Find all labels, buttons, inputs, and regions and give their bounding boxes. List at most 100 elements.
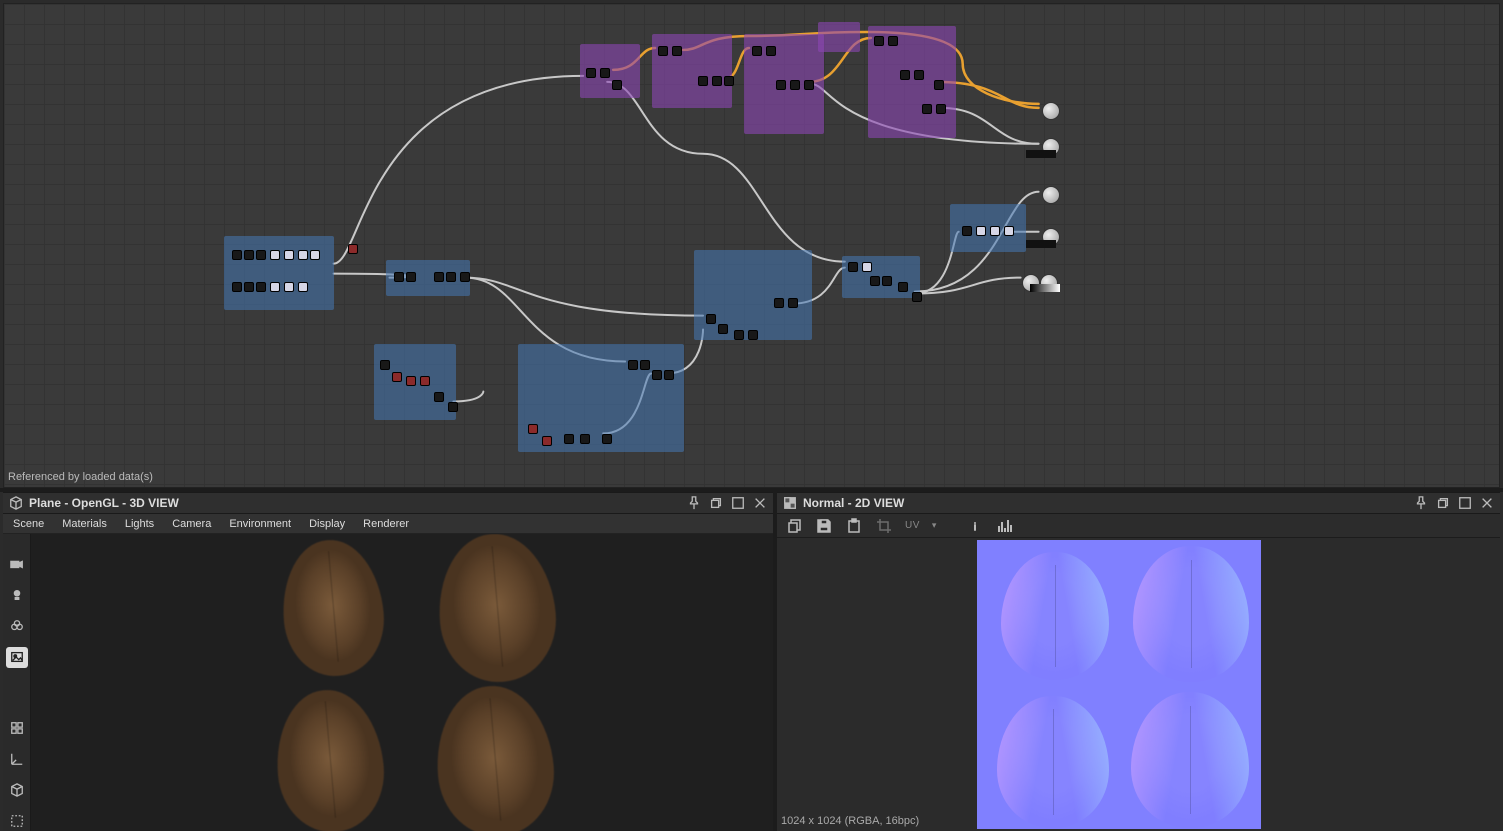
grid-icon[interactable]	[6, 718, 28, 739]
menu-renderer[interactable]: Renderer	[363, 518, 409, 530]
graph-node[interactable]	[900, 70, 910, 80]
close-icon[interactable]	[1480, 496, 1494, 510]
graph-node[interactable]	[788, 298, 798, 308]
graph-node[interactable]	[310, 250, 320, 260]
graph-node[interactable]	[270, 282, 280, 292]
graph-node[interactable]	[542, 436, 552, 446]
graph-node[interactable]	[804, 80, 814, 90]
maximize-icon[interactable]	[1458, 496, 1472, 510]
bounds-icon[interactable]	[6, 810, 28, 831]
graph-node[interactable]	[862, 262, 872, 272]
graph-node[interactable]	[712, 76, 722, 86]
graph-node[interactable]	[434, 392, 444, 402]
graph-node[interactable]	[270, 250, 280, 260]
paste-icon[interactable]	[845, 517, 863, 535]
graph-node[interactable]	[528, 424, 538, 434]
graph-node[interactable]	[774, 298, 784, 308]
viewport-3d[interactable]	[31, 534, 773, 831]
graph-node[interactable]	[652, 370, 662, 380]
graph-node[interactable]	[734, 330, 744, 340]
graph-node[interactable]	[848, 262, 858, 272]
graph-node[interactable]	[434, 272, 444, 282]
graph-node[interactable]	[232, 282, 242, 292]
restore-icon[interactable]	[1436, 496, 1450, 510]
graph-node[interactable]	[460, 272, 470, 282]
graph-node[interactable]	[628, 360, 638, 370]
output-node[interactable]	[1042, 186, 1060, 204]
menu-display[interactable]: Display	[309, 518, 345, 530]
graph-node[interactable]	[256, 282, 266, 292]
menu-environment[interactable]: Environment	[229, 518, 291, 530]
pin-icon[interactable]	[1414, 496, 1428, 510]
graph-node[interactable]	[392, 372, 402, 382]
graph-node[interactable]	[394, 272, 404, 282]
graph-node[interactable]	[406, 376, 416, 386]
graph-node[interactable]	[298, 250, 308, 260]
graph-node[interactable]	[874, 36, 884, 46]
graph-node[interactable]	[990, 226, 1000, 236]
graph-node[interactable]	[244, 250, 254, 260]
graph-node[interactable]	[232, 250, 242, 260]
graph-node[interactable]	[790, 80, 800, 90]
node-frame[interactable]	[694, 250, 812, 340]
graph-node[interactable]	[658, 46, 668, 56]
graph-node[interactable]	[698, 76, 708, 86]
wireframe-cube-icon[interactable]	[6, 779, 28, 800]
graph-node[interactable]	[664, 370, 674, 380]
copy-icon[interactable]	[785, 517, 803, 535]
graph-node[interactable]	[706, 314, 716, 324]
graph-node[interactable]	[766, 46, 776, 56]
save-icon[interactable]	[815, 517, 833, 535]
graph-node[interactable]	[912, 292, 922, 302]
graph-node[interactable]	[640, 360, 650, 370]
maximize-icon[interactable]	[731, 496, 745, 510]
graph-node[interactable]	[936, 104, 946, 114]
graph-node[interactable]	[1004, 226, 1014, 236]
menu-scene[interactable]: Scene	[13, 518, 44, 530]
output-node[interactable]	[1042, 102, 1060, 120]
graph-node[interactable]	[898, 282, 908, 292]
graph-node[interactable]	[888, 36, 898, 46]
graph-node[interactable]	[406, 272, 416, 282]
pin-icon[interactable]	[687, 496, 701, 510]
graph-node[interactable]	[882, 276, 892, 286]
graph-node[interactable]	[724, 76, 734, 86]
graph-node[interactable]	[586, 68, 596, 78]
menu-materials[interactable]: Materials	[62, 518, 107, 530]
graph-node[interactable]	[244, 282, 254, 292]
graph-node[interactable]	[934, 80, 944, 90]
viewport-2d[interactable]: 1024 x 1024 (RGBA, 16bpc)	[777, 538, 1500, 831]
graph-node[interactable]	[718, 324, 728, 334]
light-mode-icon[interactable]	[6, 585, 28, 606]
graph-node[interactable]	[672, 46, 682, 56]
graph-node[interactable]	[446, 272, 456, 282]
info-icon[interactable]	[966, 517, 984, 535]
histogram-icon[interactable]	[996, 517, 1014, 535]
graph-node[interactable]	[580, 434, 590, 444]
graph-node[interactable]	[348, 244, 358, 254]
node-frame[interactable]	[224, 236, 334, 310]
graph-node[interactable]	[914, 70, 924, 80]
graph-node[interactable]	[962, 226, 972, 236]
graph-node[interactable]	[256, 250, 266, 260]
graph-node[interactable]	[922, 104, 932, 114]
graph-node[interactable]	[870, 276, 880, 286]
axis-icon[interactable]	[6, 748, 28, 769]
graph-node[interactable]	[612, 80, 622, 90]
camera-mode-icon[interactable]	[6, 554, 28, 575]
node-graph-canvas[interactable]: Referenced by loaded data(s)	[3, 3, 1500, 488]
material-mode-icon[interactable]	[6, 616, 28, 637]
menu-lights[interactable]: Lights	[125, 518, 154, 530]
graph-node[interactable]	[976, 226, 986, 236]
close-icon[interactable]	[753, 496, 767, 510]
graph-node[interactable]	[380, 360, 390, 370]
restore-icon[interactable]	[709, 496, 723, 510]
menu-camera[interactable]: Camera	[172, 518, 211, 530]
graph-node[interactable]	[420, 376, 430, 386]
graph-node[interactable]	[564, 434, 574, 444]
graph-node[interactable]	[284, 250, 294, 260]
graph-node[interactable]	[776, 80, 786, 90]
graph-node[interactable]	[284, 282, 294, 292]
graph-node[interactable]	[448, 402, 458, 412]
graph-node[interactable]	[752, 46, 762, 56]
